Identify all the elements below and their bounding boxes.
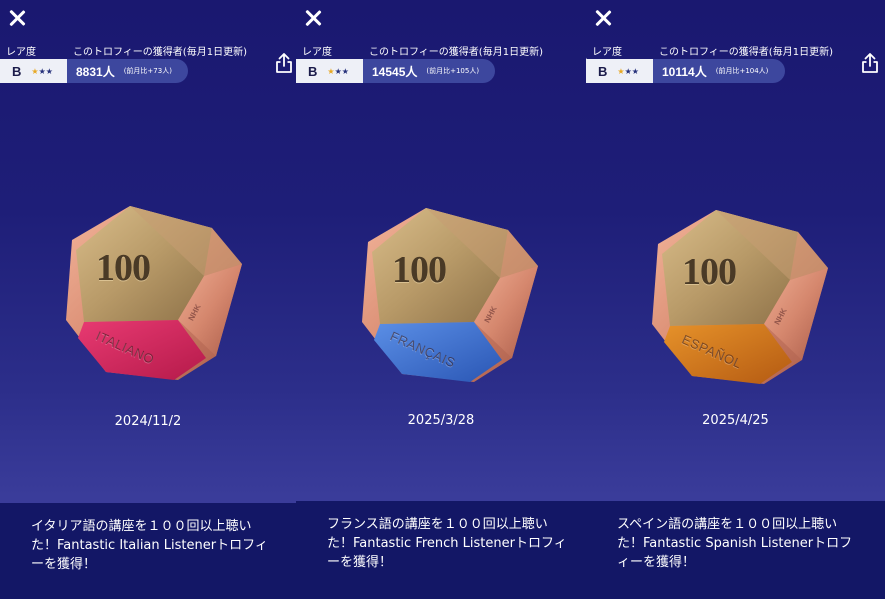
description-footer: イタリア語の講座を１００回以上聴いた！Fantastic Italian Lis… xyxy=(0,503,296,599)
trophy-description: フランス語の講座を１００回以上聴いた！Fantastic French List… xyxy=(327,517,567,570)
holders-label: このトロフィーの獲得者(毎月1日更新) xyxy=(659,47,833,58)
trophy-badge: 100 ESPAÑOL NHK xyxy=(652,204,828,384)
description-footer: スペイン語の講座を１００回以上聴いた！Fantastic Spanish Lis… xyxy=(586,501,885,599)
holders-delta: (前月比+105人) xyxy=(426,67,480,75)
rarity-grade: B xyxy=(12,63,22,79)
rarity-box: B ★★★ xyxy=(0,59,67,83)
holders-count: 8831人 xyxy=(76,64,115,79)
badge-number: 100 xyxy=(682,251,737,293)
holders-count-pill: 10114人 (前月比+104人) xyxy=(653,59,785,83)
holders-delta: (前月比+73人) xyxy=(123,67,172,75)
earned-date: 2025/3/28 xyxy=(407,413,475,428)
holders-count-pill: 8831人 (前月比+73人) xyxy=(67,59,188,83)
rarity-box: B ★★★ xyxy=(296,59,363,83)
description-footer: フランス語の講座を１００回以上聴いた！Fantastic French List… xyxy=(296,501,586,599)
earned-date: 2025/4/25 xyxy=(702,413,769,428)
badge-number: 100 xyxy=(392,249,447,291)
trophy-panel-italian: レア度 このトロフィーの獲得者(毎月1日更新) B ★★★ 8831人 (前月比… xyxy=(0,0,296,599)
close-icon[interactable] xyxy=(6,7,28,29)
rarity-label: レア度 xyxy=(592,47,622,58)
rarity-grade: B xyxy=(598,63,608,79)
rarity-label: レア度 xyxy=(302,47,332,58)
trophy-description: スペイン語の講座を１００回以上聴いた！Fantastic Spanish Lis… xyxy=(617,517,853,570)
rarity-grade: B xyxy=(308,63,318,79)
star-icon: ★★★ xyxy=(31,66,53,76)
close-icon[interactable] xyxy=(592,7,614,29)
trophy-badge: 100 FRANÇAIS NHK xyxy=(362,202,538,382)
holders-count-pill: 14545人 (前月比+105人) xyxy=(363,59,495,83)
badge-number: 100 xyxy=(96,247,151,289)
rarity-label: レア度 xyxy=(6,47,36,58)
holders-label: このトロフィーの獲得者(毎月1日更新) xyxy=(73,47,247,58)
holders-label: このトロフィーの獲得者(毎月1日更新) xyxy=(369,47,543,58)
trophy-description: イタリア語の講座を１００回以上聴いた！Fantastic Italian Lis… xyxy=(31,519,268,572)
close-icon[interactable] xyxy=(302,7,324,29)
holders-count: 10114人 xyxy=(662,64,707,79)
share-icon[interactable] xyxy=(275,52,293,74)
rarity-box: B ★★★ xyxy=(586,59,653,83)
share-icon[interactable] xyxy=(861,52,879,74)
trophy-badge: 100 ITALIANO NHK xyxy=(66,200,242,380)
holders-count: 14545人 xyxy=(372,64,418,79)
earned-date: 2024/11/2 xyxy=(114,414,182,429)
star-icon: ★★★ xyxy=(327,66,349,76)
holders-delta: (前月比+104人) xyxy=(715,67,769,75)
trophy-panel-french: レア度 このトロフィーの獲得者(毎月1日更新) B ★★★ 14545人 (前月… xyxy=(296,0,586,599)
star-icon: ★★★ xyxy=(617,66,639,76)
trophy-panel-spanish: レア度 このトロフィーの獲得者(毎月1日更新) B ★★★ 10114人 (前月… xyxy=(586,0,885,599)
